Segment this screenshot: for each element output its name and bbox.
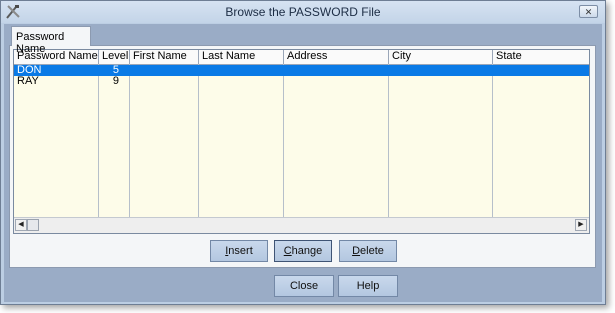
- insert-label: nsert: [228, 245, 253, 257]
- delete-mnemonic: D: [352, 245, 361, 257]
- password-table[interactable]: Password Name Level First Name Last Name…: [13, 49, 590, 234]
- help-button[interactable]: Help: [338, 275, 398, 297]
- column-header-first-name[interactable]: First Name: [130, 50, 199, 64]
- scroll-left-icon[interactable]: ◀: [15, 219, 27, 231]
- scroll-right-icon[interactable]: ▶: [575, 219, 587, 231]
- table-row[interactable]: DON 5: [14, 65, 589, 76]
- tab-panel: Password Name Level First Name Last Name…: [9, 45, 596, 268]
- cell-password-name: RAY: [17, 75, 39, 87]
- change-label: hange: [291, 245, 323, 257]
- scrollbar-thumb[interactable]: [27, 219, 39, 231]
- column-header-last-name[interactable]: Last Name: [199, 50, 284, 64]
- delete-label: elete: [360, 245, 384, 257]
- column-header-city[interactable]: City: [389, 50, 493, 64]
- change-mnemonic: C: [283, 245, 292, 257]
- column-header-address[interactable]: Address: [284, 50, 389, 64]
- table-row[interactable]: RAY 9: [14, 76, 589, 87]
- column-header-state[interactable]: State: [493, 50, 589, 64]
- cell-level: 9: [112, 75, 119, 87]
- column-header-level[interactable]: Level: [99, 50, 130, 64]
- tab-password-name[interactable]: Password Name: [11, 26, 91, 55]
- horizontal-scrollbar[interactable]: ◀ ▶: [14, 217, 589, 233]
- title-bar[interactable]: Browse the PASSWORD File ✕: [1, 1, 605, 23]
- insert-button[interactable]: Insert: [210, 240, 268, 262]
- browse-password-window: Browse the PASSWORD File ✕ Password Name…: [0, 0, 606, 305]
- close-icon[interactable]: ✕: [579, 5, 598, 18]
- close-button[interactable]: Close: [274, 275, 334, 297]
- table-header: Password Name Level First Name Last Name…: [14, 50, 589, 65]
- delete-button[interactable]: Delete: [339, 240, 397, 262]
- window-title: Browse the PASSWORD File: [225, 5, 381, 19]
- dialog-client-area: Password Name Password Name Level First …: [4, 24, 602, 302]
- change-button[interactable]: Change: [274, 240, 332, 262]
